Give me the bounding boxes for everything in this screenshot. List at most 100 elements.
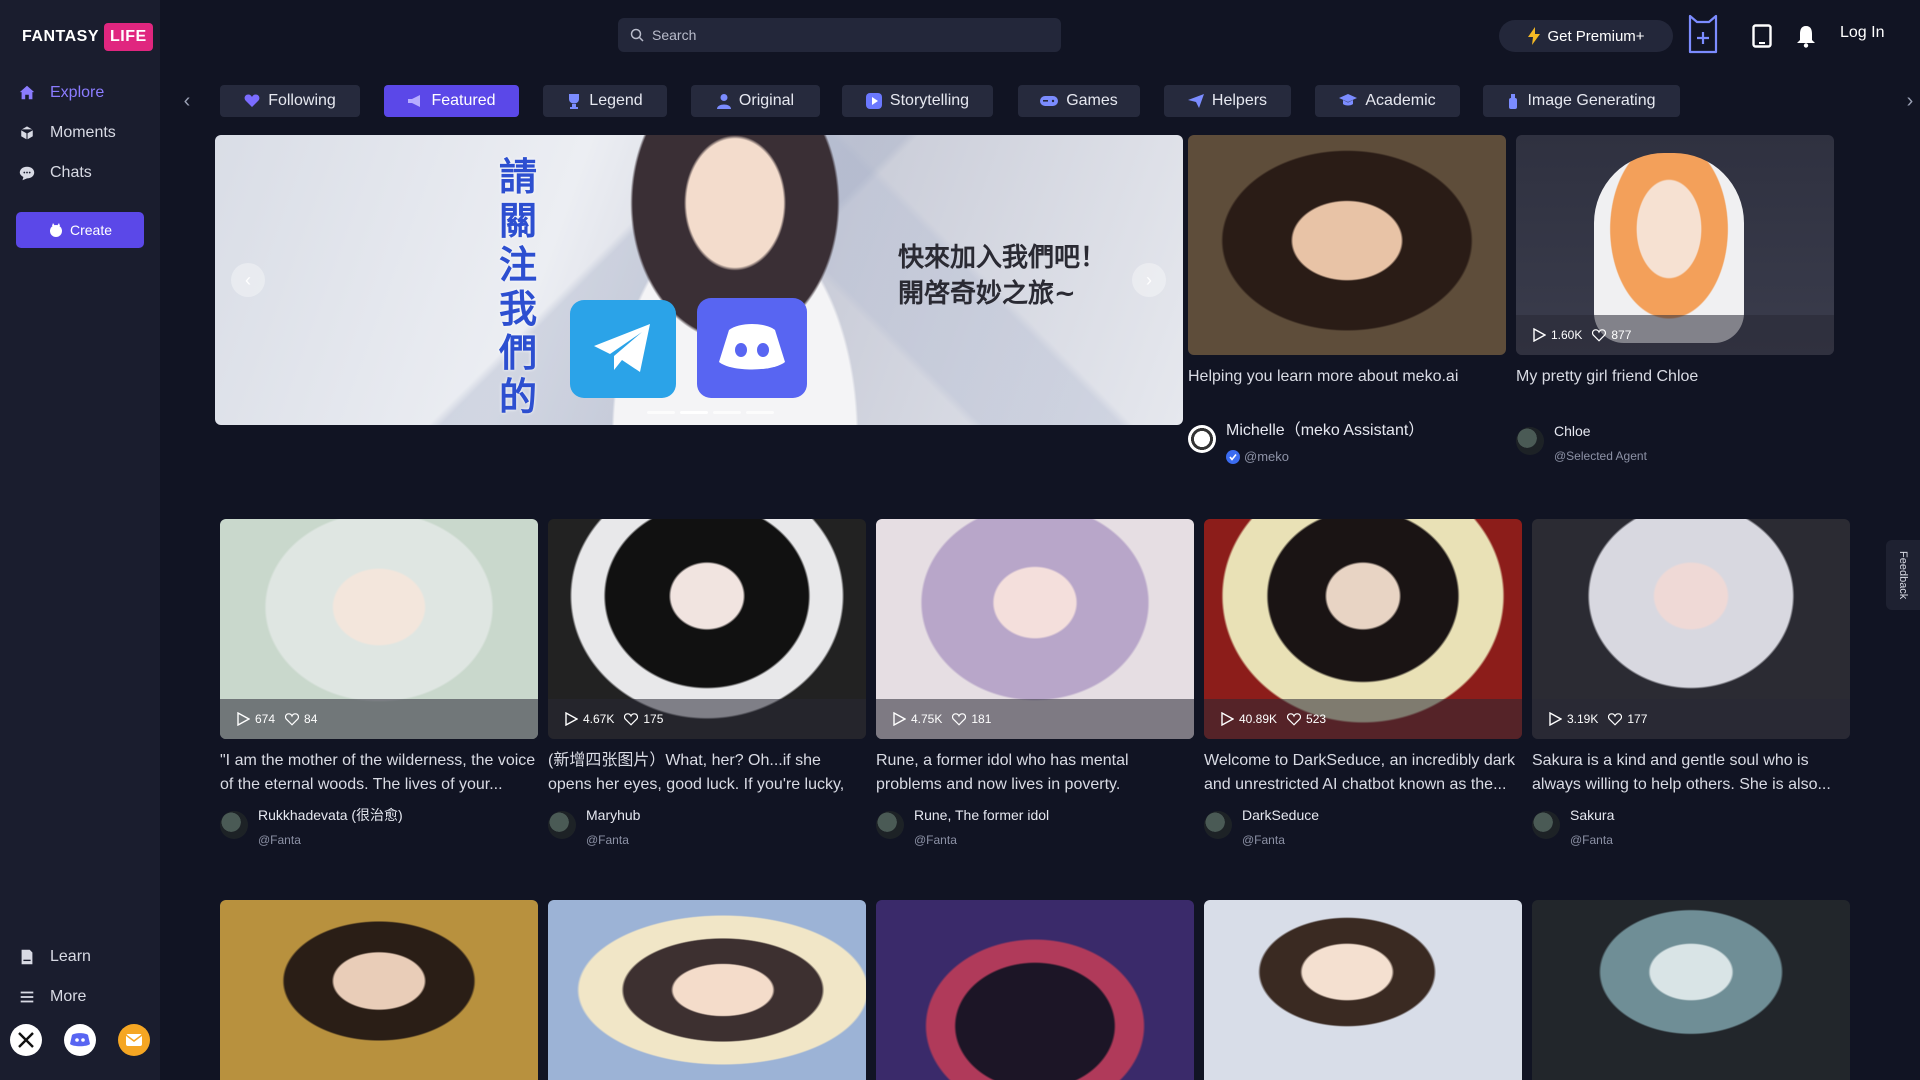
character-card[interactable]: 674 84 "I am the mother of the wildernes… [220, 519, 538, 847]
sidebar-item-learn[interactable]: Learn [18, 943, 148, 971]
character-image [1188, 135, 1506, 355]
character-description: Helping you learn more about meko.ai [1188, 368, 1459, 385]
plays-count: 4.75K [892, 712, 942, 726]
tab-games[interactable]: Games [1018, 85, 1140, 117]
character-image: 3.19K 177 [1532, 519, 1850, 739]
get-premium-button[interactable]: Get Premium+ [1499, 20, 1673, 52]
avatar [1188, 425, 1216, 453]
character-author[interactable]: Chloe @Selected Agent [1516, 421, 1834, 463]
featured-card-michelle[interactable]: Helping you learn more about meko.ai Mic… [1188, 135, 1506, 464]
tabs-scroll-right-icon[interactable]: › [1900, 88, 1920, 114]
banner-next-icon[interactable]: › [1132, 263, 1166, 297]
tablet-icon[interactable] [1752, 24, 1772, 53]
character-card[interactable]: 40.89K 523 Welcome to DarkSeduce, an inc… [1204, 519, 1522, 847]
banner-line-2: 開啓奇妙之旅~ [898, 279, 1076, 309]
heart-outline-icon [1608, 712, 1623, 726]
sidebar-item-chats[interactable]: Chats [18, 159, 148, 187]
cube-icon [20, 125, 34, 141]
plays-value: 3.19K [1567, 712, 1599, 726]
character-author[interactable]: DarkSeduce @Fanta [1204, 805, 1522, 847]
character-image [548, 900, 866, 1080]
character-card[interactable] [220, 900, 538, 1080]
megaphone-icon [408, 95, 421, 107]
plays-value: 1.60K [1551, 328, 1583, 342]
character-card[interactable]: 4.75K 181 Rune, a former idol who has me… [876, 519, 1194, 847]
discord-icon[interactable] [64, 1024, 96, 1056]
mail-icon[interactable] [118, 1024, 150, 1056]
banner-prev-icon[interactable]: ‹ [231, 263, 265, 297]
character-handle: @Fanta [1242, 833, 1285, 847]
character-card[interactable]: 3.19K 177 Sakura is a kind and gentle so… [1532, 519, 1850, 847]
feedback-tab[interactable]: Feedback [1886, 540, 1920, 610]
character-description: "I am the mother of the wilderness, the … [220, 752, 536, 793]
brand-logo[interactable]: FANTASY LIFE [22, 22, 153, 52]
character-author[interactable]: Maryhub @Fanta [548, 805, 866, 847]
character-author[interactable]: Michelle（meko Assistant） @meko [1188, 421, 1506, 464]
character-author[interactable]: Rune, The former idol @Fanta [876, 805, 1194, 847]
play-icon [1549, 712, 1562, 726]
character-image [876, 900, 1194, 1080]
tab-storytelling[interactable]: Storytelling [842, 85, 993, 117]
banner-pagination [647, 411, 774, 414]
character-card[interactable] [1532, 900, 1850, 1080]
sidebar-item-more[interactable]: More [18, 983, 148, 1011]
create-character-icon[interactable] [1686, 14, 1720, 59]
telegram-icon[interactable] [570, 300, 676, 398]
heart-outline-icon [952, 712, 967, 726]
character-description: My pretty girl friend Chloe [1516, 368, 1699, 385]
premium-label: Get Premium+ [1547, 27, 1645, 45]
spray-can-icon [1509, 94, 1518, 109]
lightning-icon [1528, 27, 1541, 45]
character-author[interactable]: Sakura @Fanta [1532, 805, 1850, 847]
play-icon [1533, 328, 1546, 342]
heart-icon [244, 94, 260, 107]
tab-academic[interactable]: Academic [1315, 85, 1460, 117]
tab-following[interactable]: Following [220, 85, 360, 117]
menu-icon [20, 991, 34, 1003]
play-icon [1221, 712, 1234, 726]
tab-featured[interactable]: Featured [384, 85, 519, 117]
banner-dot[interactable] [746, 411, 774, 414]
likes-count: 177 [1608, 712, 1647, 726]
tab-label: Original [738, 92, 795, 109]
banner-dot[interactable] [647, 411, 675, 414]
plays-count: 40.89K [1220, 712, 1277, 726]
sidebar-item-explore[interactable]: Explore [18, 79, 148, 107]
home-icon [19, 85, 35, 100]
character-handle: @Fanta [258, 833, 301, 847]
character-stats: 40.89K 523 [1204, 699, 1522, 739]
banner-dot[interactable] [713, 411, 741, 414]
featured-card-chloe[interactable]: 1.60K 877 My pretty girl friend Chloe Ch… [1516, 135, 1834, 463]
heart-outline-icon [285, 712, 300, 726]
tab-original[interactable]: Original [691, 85, 820, 117]
character-card[interactable] [1204, 900, 1522, 1080]
character-description: (新增四张图片）What, her? Oh...if she opens her… [548, 752, 845, 793]
plays-count: 674 [236, 712, 275, 726]
tab-legend[interactable]: Legend [543, 85, 667, 117]
feedback-label: Feedback [1897, 550, 1909, 600]
play-circle-icon [865, 93, 882, 109]
tab-helpers[interactable]: Helpers [1164, 85, 1291, 117]
character-name: Maryhub [586, 807, 641, 823]
hero-banner[interactable]: 請關注我們的 快來加入我們吧！ 開啓奇妙之旅~ ‹ › [215, 135, 1183, 425]
discord-banner-icon[interactable] [697, 298, 807, 398]
sidebar-item-moments[interactable]: Moments [18, 119, 148, 147]
character-card[interactable]: 4.67K 175 (新增四张图片）What, her? Oh...if she… [548, 519, 866, 847]
plays-value: 4.67K [583, 712, 615, 726]
character-card[interactable] [548, 900, 866, 1080]
character-card[interactable] [876, 900, 1194, 1080]
character-author[interactable]: Rukkhadevata (很治愈) @Fanta [220, 805, 538, 847]
search-input[interactable] [652, 27, 1052, 43]
login-link[interactable]: Log In [1840, 24, 1884, 42]
tab-image-generating[interactable]: Image Generating [1483, 85, 1680, 117]
plays-count: 4.67K [564, 712, 614, 726]
x-icon[interactable] [10, 1024, 42, 1056]
plays-count: 3.19K [1548, 712, 1598, 726]
search-bar[interactable] [618, 18, 1061, 52]
bell-icon[interactable] [1796, 24, 1816, 53]
tab-label: Legend [589, 92, 643, 109]
likes-count: 877 [1592, 328, 1631, 342]
create-button[interactable]: Create [16, 212, 144, 248]
tabs-scroll-left-icon[interactable]: ‹ [177, 88, 197, 114]
banner-dot-active[interactable] [680, 411, 708, 414]
